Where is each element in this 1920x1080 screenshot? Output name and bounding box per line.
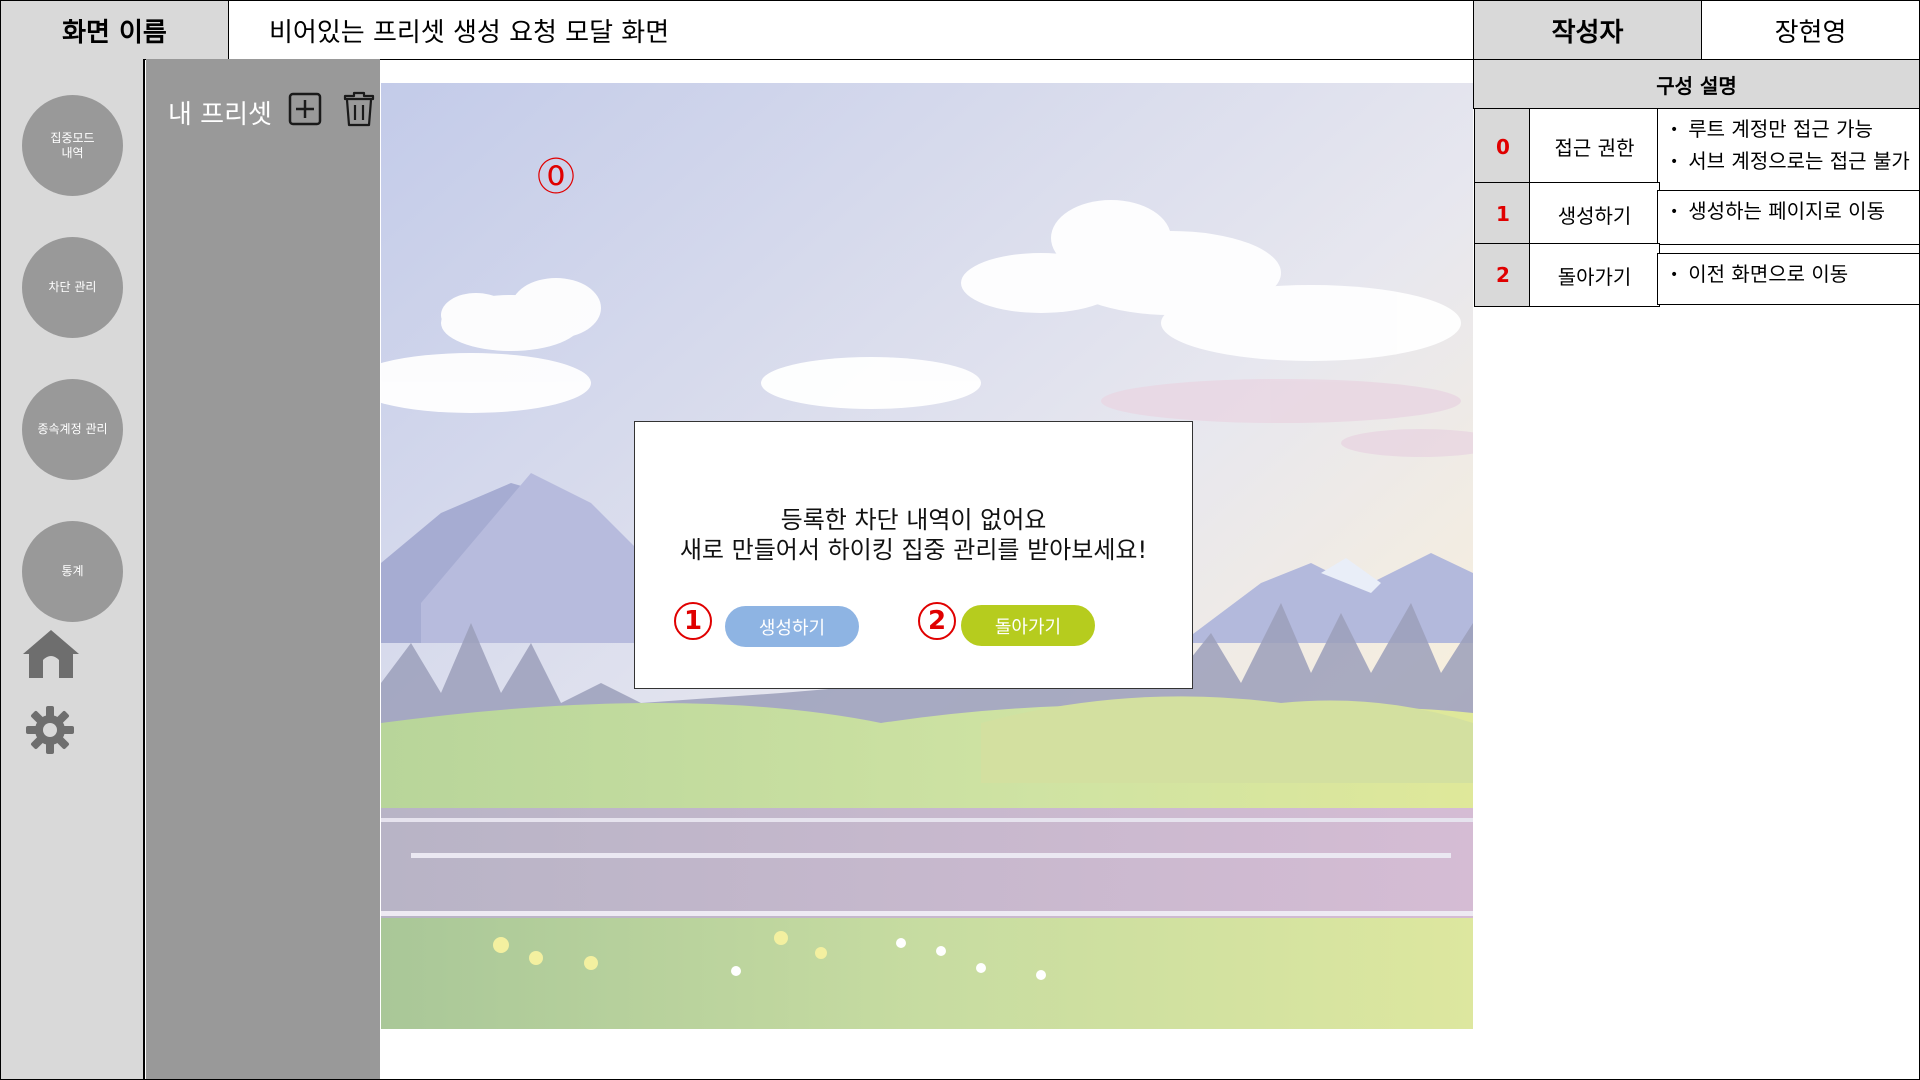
row-label-1: 생성하기 — [1529, 182, 1660, 246]
nav-item-focus-history[interactable]: 집중모드 내역 — [22, 95, 123, 196]
author-name: 장현영 — [1701, 0, 1920, 60]
preset-title: 내 프리셋 — [168, 100, 272, 130]
marker-2: 2 — [918, 602, 956, 640]
empty-preset-modal: 등록한 차단 내역이 없어요 새로 만들어서 하이킹 집중 관리를 받아보세요!… — [634, 421, 1193, 689]
marker-1: 1 — [674, 602, 712, 640]
trash-icon[interactable] — [342, 90, 376, 128]
screen-name: 비어있는 프리셋 생성 요청 모달 화면 — [228, 0, 1474, 60]
nav-item-statistics[interactable]: 통계 — [22, 521, 123, 622]
row-label-0: 접근 권한 — [1529, 108, 1660, 185]
row-number-1: 1 — [1474, 182, 1532, 246]
home-icon[interactable] — [21, 628, 81, 680]
preset-panel: 내 프리셋 — [146, 59, 380, 1080]
nav-item-sub-account-management[interactable]: 종속계정 관리 — [22, 379, 123, 480]
row-desc-0: 루트 계정만 접근 가능 서브 계정으로는 접근 불가 — [1657, 108, 1920, 191]
description-title: 구성 설명 — [1473, 59, 1920, 109]
row-desc-1-item-0: 생성하는 페이지로 이동 — [1670, 197, 1920, 229]
nav-item-block-management[interactable]: 차단 관리 — [22, 237, 123, 338]
row-label-2: 돌아가기 — [1529, 243, 1660, 307]
row-desc-2: 이전 화면으로 이동 — [1657, 253, 1920, 305]
create-button[interactable]: 생성하기 — [725, 606, 859, 647]
marker-0: ⓪ — [536, 155, 575, 199]
row-desc-0-item-0: 루트 계정만 접근 가능 — [1670, 115, 1920, 147]
row-desc-2-item-0: 이전 화면으로 이동 — [1670, 260, 1920, 292]
plus-square-icon[interactable] — [288, 92, 322, 126]
left-nav: 집중모드 내역 차단 관리 종속계정 관리 통계 — [0, 59, 145, 1080]
back-button[interactable]: 돌아가기 — [961, 605, 1095, 646]
screen-name-label: 화면 이름 — [0, 0, 229, 60]
row-desc-0-item-1: 서브 계정으로는 접근 불가 — [1670, 147, 1920, 179]
author-label: 작성자 — [1473, 0, 1702, 60]
row-desc-1: 생성하는 페이지로 이동 — [1657, 190, 1920, 245]
modal-message-line2: 새로 만들어서 하이킹 집중 관리를 받아보세요! — [679, 536, 1148, 564]
gear-icon[interactable] — [25, 705, 75, 755]
row-number-0: 0 — [1474, 108, 1532, 185]
row-number-2: 2 — [1474, 243, 1532, 307]
